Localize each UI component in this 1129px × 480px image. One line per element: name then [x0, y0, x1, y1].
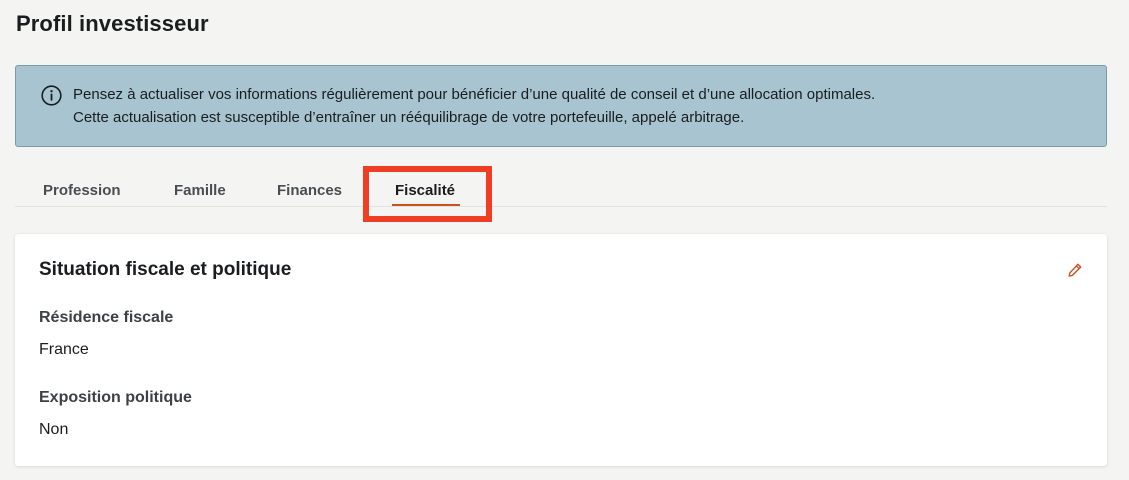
- profile-page: Profil investisseur Pensez à actualiser …: [0, 0, 1129, 480]
- field-label-tax-residence: Résidence fiscale: [39, 309, 174, 326]
- field-label-political-exposure: Exposition politique: [39, 389, 192, 406]
- card-title: Situation fiscale et politique: [39, 259, 292, 280]
- info-banner-line-2: Cette actualisation est susceptible d’en…: [73, 109, 745, 126]
- info-banner-line-1: Pensez à actualiser vos informations rég…: [73, 86, 876, 103]
- info-banner: Pensez à actualiser vos informations rég…: [15, 65, 1107, 147]
- tab-finances[interactable]: Finances: [277, 182, 342, 199]
- tab-highlight-box: [363, 166, 492, 222]
- field-value-political-exposure: Non: [39, 421, 69, 438]
- field-value-tax-residence: France: [39, 341, 89, 358]
- page-title: Profil investisseur: [16, 11, 209, 36]
- profile-tabs: Profession Famille Finances Fiscalité: [15, 166, 1107, 207]
- tab-famille[interactable]: Famille: [174, 182, 226, 199]
- tax-situation-card: Situation fiscale et politique Résidence…: [15, 234, 1107, 466]
- tab-profession[interactable]: Profession: [43, 182, 121, 199]
- info-icon: [41, 85, 62, 106]
- pencil-icon[interactable]: [1067, 262, 1083, 278]
